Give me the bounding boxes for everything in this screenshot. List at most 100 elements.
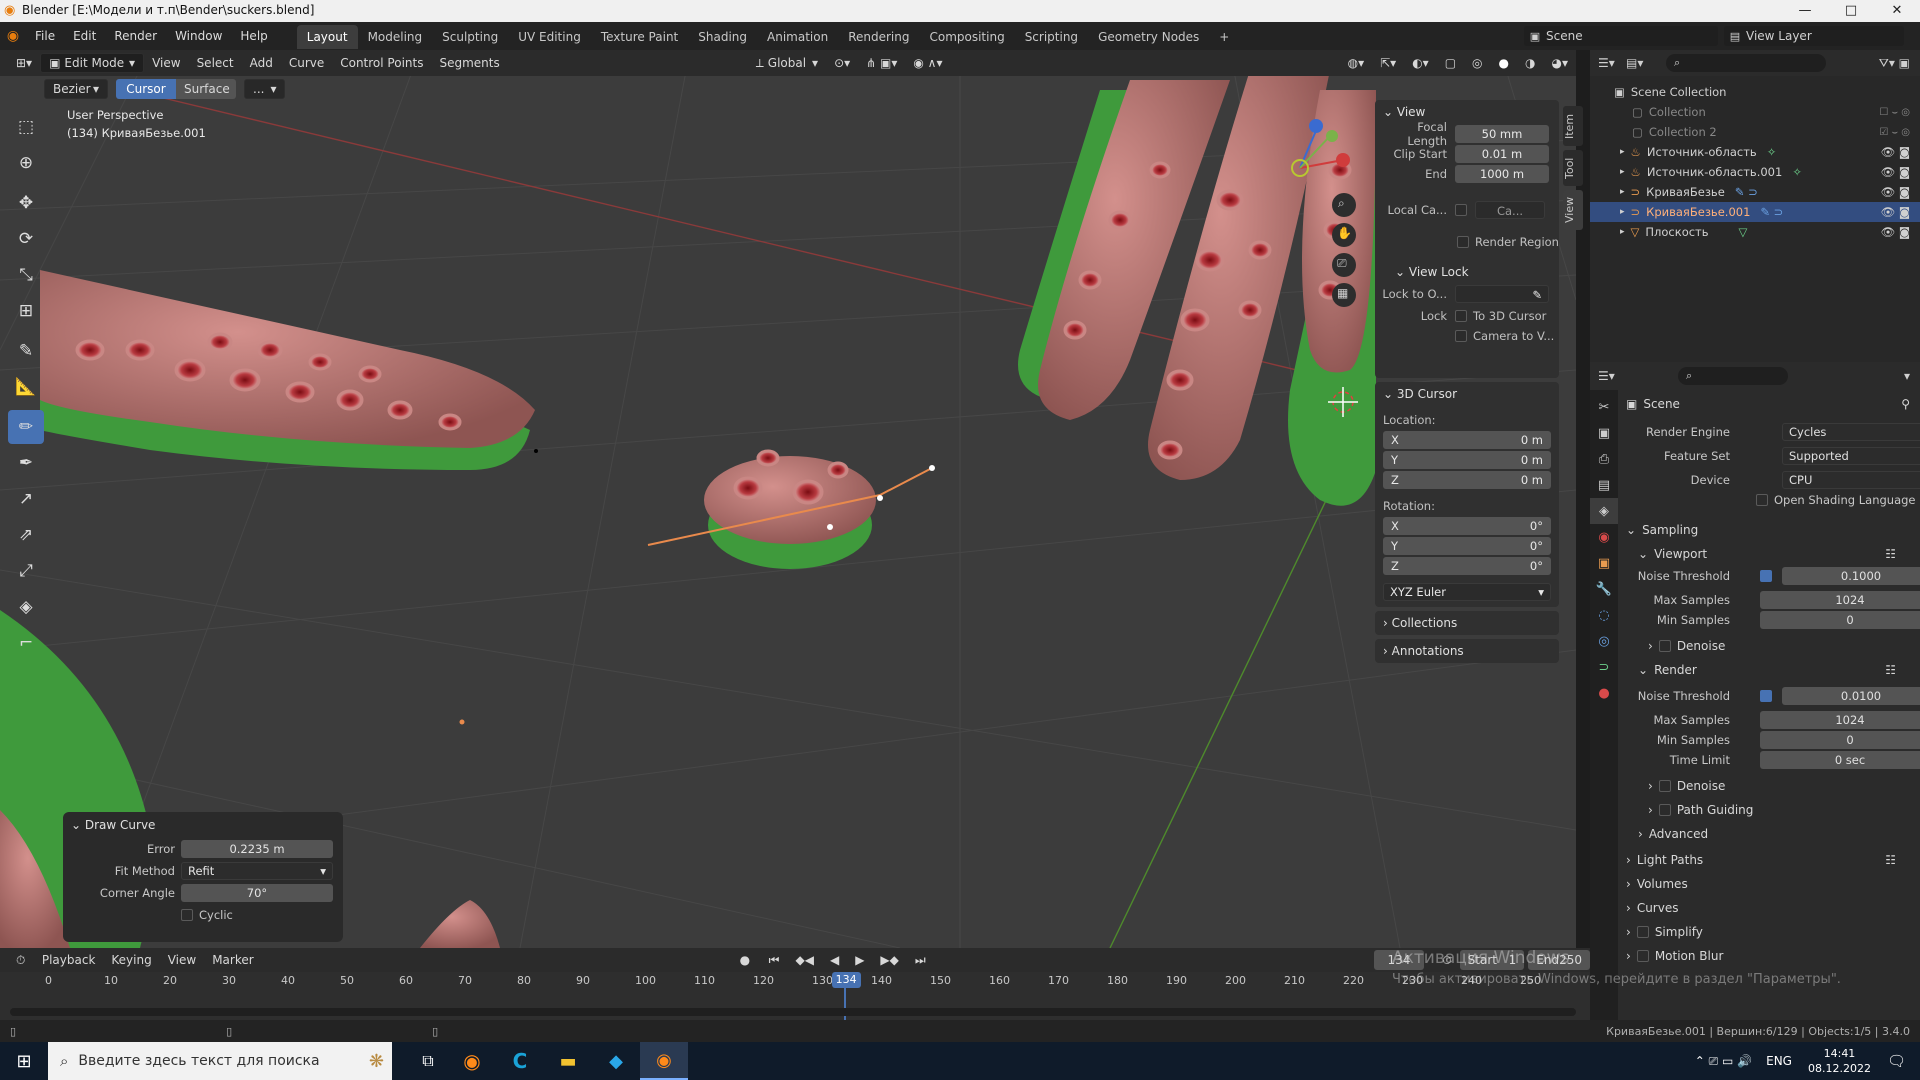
tab-sculpting[interactable]: Sculpting xyxy=(432,25,508,49)
3d-cursor-header[interactable]: ⌄ 3D Cursor xyxy=(1375,382,1559,406)
clip-start-field[interactable]: 0.01 m xyxy=(1455,145,1549,163)
clock[interactable]: 14:41 08.12.2022 xyxy=(1808,1046,1871,1076)
render-tab-icon[interactable]: ▣ xyxy=(1590,420,1618,446)
physics-tab-icon[interactable]: ◎ xyxy=(1590,628,1618,654)
rendered-shading-icon[interactable]: ◕▾ xyxy=(1544,53,1577,73)
world-tab-icon[interactable]: ◉ xyxy=(1590,524,1618,550)
blender-taskbar-icon[interactable]: ◉ xyxy=(640,1042,688,1080)
timeline-view-menu[interactable]: View xyxy=(160,950,204,970)
output-tab-icon[interactable]: ⎙ xyxy=(1590,446,1618,472)
collections-header[interactable]: › Collections xyxy=(1375,611,1559,635)
blender-menu-icon[interactable]: ◉ xyxy=(0,28,26,44)
gizmo-toggle-icon[interactable]: ⇱▾ xyxy=(1372,53,1404,73)
osl-checkbox[interactable] xyxy=(1756,494,1768,506)
menu-file[interactable]: File xyxy=(26,22,64,50)
list-item[interactable]: ▢ Collection ☐ ⌣ ◎ xyxy=(1590,102,1920,122)
expand-arrow-icon[interactable]: ▸ xyxy=(1620,167,1625,177)
cursor-rotation-z[interactable]: Z 0° xyxy=(1383,557,1551,575)
store-icon[interactable]: ◆ xyxy=(592,1051,640,1072)
presets-icon[interactable]: ☷ xyxy=(1885,853,1896,867)
pivot-icon[interactable]: ⊙▾ xyxy=(826,53,858,73)
chevron-right-icon[interactable]: › xyxy=(1648,639,1653,653)
presets-icon[interactable]: ☷ xyxy=(1885,547,1896,561)
local-camera-field[interactable]: Ca... xyxy=(1475,201,1545,219)
record-icon[interactable]: ● ▾ xyxy=(732,950,761,987)
annotate-icon[interactable]: ✎ xyxy=(8,334,44,368)
move-icon[interactable]: ✥ xyxy=(8,186,44,220)
taskbar-search[interactable]: ⌕ Введите здесь текст для поиска ❋ xyxy=(48,1042,392,1080)
draw-curve-icon[interactable]: ✏ xyxy=(8,410,44,444)
simplify-checkbox[interactable] xyxy=(1636,926,1649,938)
xray-icon[interactable]: ▢ xyxy=(1437,53,1464,73)
play-icon[interactable]: ▶ xyxy=(847,950,872,970)
render-denoise-checkbox[interactable] xyxy=(1658,780,1671,792)
mode-selector[interactable]: ▣ Edit Mode ▾ xyxy=(40,53,145,73)
tab-compositing[interactable]: Compositing xyxy=(919,25,1014,49)
pen-icon[interactable]: ✒ xyxy=(8,446,44,480)
viewport-noise-checkbox[interactable] xyxy=(1760,570,1772,582)
playhead-frame-label[interactable]: 134 xyxy=(831,972,861,988)
visibility-eye-icon[interactable]: 👁 ◙ xyxy=(1881,205,1910,219)
filter-icon[interactable]: ⛛▾ ▣ xyxy=(1879,56,1910,71)
curve-type-dropdown[interactable]: Bezier ▾ xyxy=(44,79,108,99)
corner-angle-field[interactable]: 70° xyxy=(181,884,333,902)
surface-button[interactable]: Surface xyxy=(176,79,236,99)
jump-start-icon[interactable]: ⏮ xyxy=(761,950,788,970)
play-reverse-icon[interactable]: ◀ xyxy=(822,950,847,970)
radius-icon[interactable]: ⤢ xyxy=(8,554,44,588)
menu-window[interactable]: Window xyxy=(166,22,231,50)
wireframe-shading-icon[interactable]: ◎ xyxy=(1464,53,1490,73)
prev-keyframe-icon[interactable]: ◆◀ xyxy=(787,950,821,970)
path-guiding-label[interactable]: Path Guiding xyxy=(1677,803,1754,817)
modifier-tab-icon[interactable]: 🔧 xyxy=(1590,576,1618,602)
menu-edit[interactable]: Edit xyxy=(64,22,105,50)
expand-arrow-icon[interactable]: ▸ xyxy=(1620,147,1625,157)
chevron-down-icon[interactable]: ⌄ xyxy=(1638,547,1648,561)
menu-view[interactable]: View xyxy=(144,53,188,73)
transform-orientation-dropdown[interactable]: ⟂ Global ▾ xyxy=(748,53,826,73)
annotations-header[interactable]: › Annotations xyxy=(1375,639,1559,663)
camera-to-view-checkbox[interactable] xyxy=(1455,330,1467,342)
scene-selector[interactable]: ▣ Scene xyxy=(1524,26,1718,46)
sampling-header[interactable]: Sampling xyxy=(1642,523,1698,537)
chevron-down-icon[interactable]: ▾ xyxy=(1904,369,1910,383)
scale-icon[interactable]: ⤡ xyxy=(8,258,44,292)
path-guiding-checkbox[interactable] xyxy=(1658,804,1671,816)
more-options-dropdown[interactable]: ... ▾ xyxy=(244,79,286,99)
lock-to-cursor-checkbox[interactable] xyxy=(1455,310,1467,322)
menu-select[interactable]: Select xyxy=(189,53,242,73)
cyclic-checkbox[interactable] xyxy=(181,909,193,921)
render-denoise-label[interactable]: Denoise xyxy=(1677,779,1726,793)
render-max-samples-field[interactable]: 1024 xyxy=(1760,711,1920,729)
render-subheader[interactable]: Render xyxy=(1654,663,1697,677)
rotate-icon[interactable]: ⟳ xyxy=(8,222,44,256)
render-engine-dropdown[interactable]: Cycles▾ xyxy=(1782,423,1920,441)
display-mode-icon[interactable]: ▤▾ xyxy=(1626,56,1656,70)
object-tab-icon[interactable]: ▣ xyxy=(1590,550,1618,576)
overlay-toggle-icon[interactable]: ◐▾ xyxy=(1404,53,1437,73)
minimize-button[interactable]: — xyxy=(1782,0,1828,22)
randomize-icon[interactable]: ⌐ xyxy=(8,626,44,660)
tab-modeling[interactable]: Modeling xyxy=(358,25,433,49)
search-icon[interactable]: ⌕ xyxy=(1666,54,1826,72)
scene-collection-row[interactable]: ▣ Scene Collection xyxy=(1590,82,1920,102)
rotation-mode-dropdown[interactable]: XYZ Euler ▾ xyxy=(1383,583,1551,601)
ccleaner-icon[interactable]: C xyxy=(496,1049,544,1073)
menu-control-points[interactable]: Control Points xyxy=(332,53,431,73)
feature-set-dropdown[interactable]: Supported▾ xyxy=(1782,447,1920,465)
tab-rendering[interactable]: Rendering xyxy=(838,25,919,49)
time-limit-field[interactable]: 0 sec xyxy=(1760,751,1920,769)
chevron-right-icon[interactable]: › xyxy=(1626,901,1631,915)
render-min-samples-field[interactable]: 0 xyxy=(1760,731,1920,749)
expand-arrow-icon[interactable]: ▸ xyxy=(1620,207,1625,217)
file-explorer-icon[interactable]: ▬ xyxy=(544,1051,592,1072)
jump-end-icon[interactable]: ⏭ xyxy=(907,950,934,970)
next-keyframe-icon[interactable]: ▶◆ xyxy=(872,950,906,970)
windows-start-icon[interactable]: ⊞ xyxy=(0,1051,48,1072)
curves-header[interactable]: Curves xyxy=(1637,901,1679,915)
notifications-icon[interactable]: 🗨 xyxy=(1887,1052,1906,1070)
editor-type-icon[interactable]: ⊞▾ xyxy=(8,53,40,73)
particles-tab-icon[interactable]: ◌ xyxy=(1590,602,1618,628)
tab-tool[interactable]: Tool xyxy=(1563,150,1583,186)
view-lock-header[interactable]: ⌄ View Lock xyxy=(1375,260,1559,284)
